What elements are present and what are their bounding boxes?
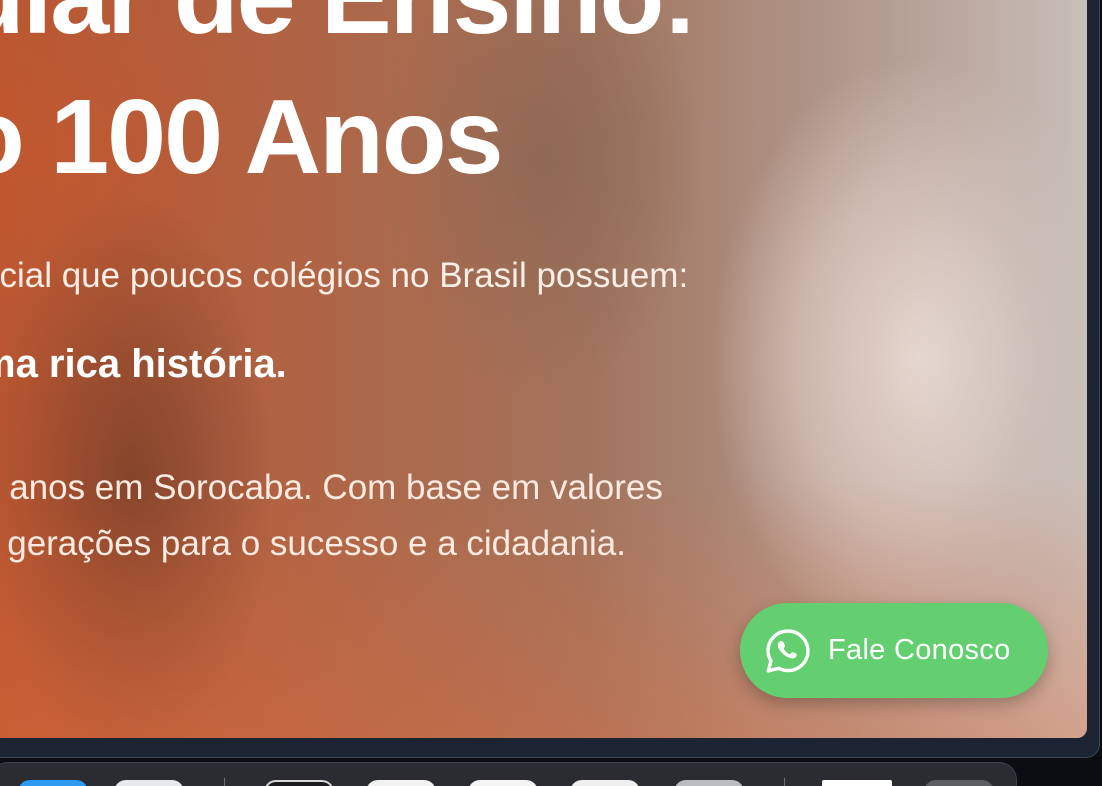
whatsapp-button-label: Fale Conosco	[828, 634, 1011, 666]
dock-app-1[interactable]	[18, 780, 88, 786]
hero-body-line-1: 0 anos em Sorocaba. Com base em valores	[0, 468, 663, 507]
dock-separator	[224, 778, 225, 786]
dock-app-7[interactable]	[674, 780, 744, 786]
dock-separator	[784, 778, 785, 786]
hero-highlight-text: ma rica história.	[0, 342, 287, 386]
hero-body-line-2: s gerações para o sucesso e a cidadania.	[0, 524, 626, 563]
dock-app-4[interactable]	[366, 780, 436, 786]
dock-app-2[interactable]	[114, 780, 184, 786]
hero-title-line-2: o 100 Anos	[0, 78, 504, 196]
hero-title-line-1: ular de Ensino:	[0, 0, 698, 50]
dock-app-5[interactable]	[468, 780, 538, 786]
whatsapp-icon	[764, 627, 812, 675]
document-icon[interactable]	[822, 780, 892, 786]
screen: ular de Ensino: o 100 Anos ncial que pou…	[0, 0, 1102, 786]
hero-intro-text: ncial que poucos colégios no Brasil poss…	[0, 256, 689, 295]
whatsapp-contact-button[interactable]: Fale Conosco	[740, 603, 1048, 698]
dock-app-8[interactable]	[924, 780, 994, 786]
dock-app-6[interactable]	[570, 780, 640, 786]
dock-app-3[interactable]	[264, 780, 334, 786]
dock	[0, 762, 1017, 786]
